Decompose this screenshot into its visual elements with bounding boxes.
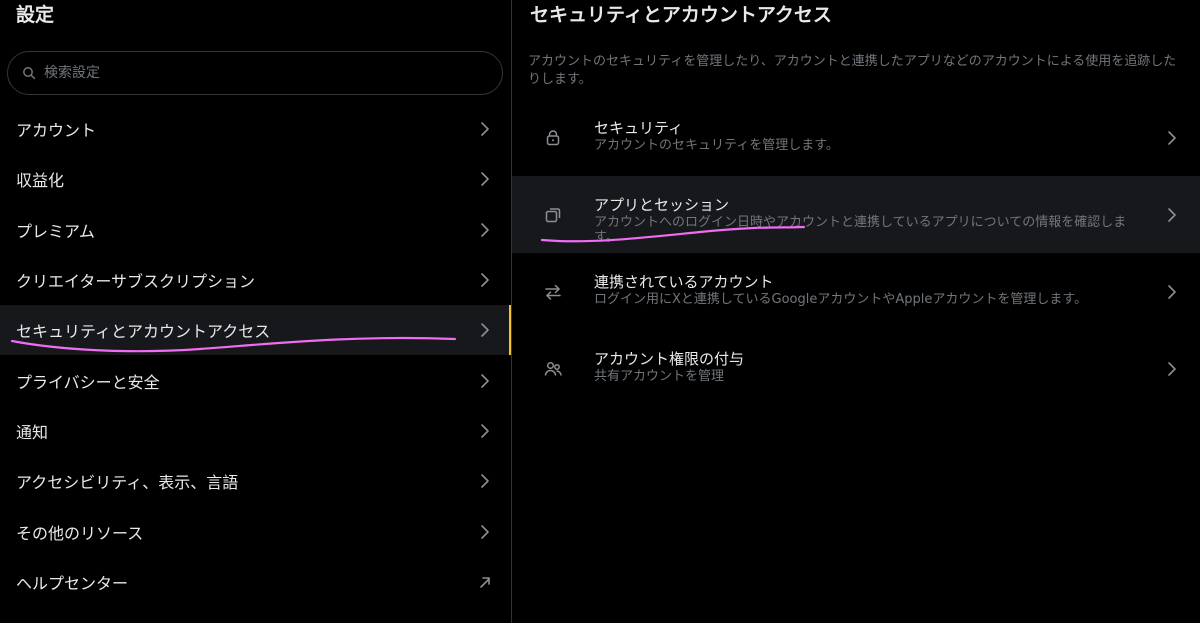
search-icon <box>23 67 36 80</box>
sidebar-item-label: 通知 <box>16 422 49 442</box>
option-apps-and-sessions[interactable]: アプリとセッション アカウントへのログイン日時やアカウントと連携しているアプリに… <box>512 176 1200 253</box>
chevron-right-icon <box>481 273 489 287</box>
option-title: 連携されているアカウント <box>594 273 774 291</box>
settings-nav: アカウント 収益化 プレミアム クリエイターサブスクリプション セキュリティとア… <box>0 104 511 607</box>
sidebar-item-privacy-and-safety[interactable]: プライバシーと安全 <box>0 355 511 405</box>
chevron-right-icon <box>481 172 489 187</box>
option-description: 共有アカウントを管理 <box>594 369 725 384</box>
option-title: アカウント権限の付与 <box>594 350 745 368</box>
option-delegate-account-permissions[interactable]: アカウント権限の付与 共有アカウントを管理 <box>512 330 1200 407</box>
settings-detail-panel: セキュリティとアカウントアクセス アカウントのセキュリティを管理したり、アカウン… <box>512 0 1200 623</box>
option-description: アカウントのセキュリティを管理します。 <box>594 138 839 153</box>
sidebar-item-accessibility-display-languages[interactable]: アクセシビリティ、表示、言語 <box>0 456 511 506</box>
option-title: アプリとセッション <box>594 196 730 214</box>
option-connected-accounts[interactable]: 連携されているアカウント ログイン用にXと連携しているGoogleアカウントやA… <box>512 253 1200 330</box>
copy-icon <box>545 207 561 222</box>
option-security[interactable]: セキュリティ アカウントのセキュリティを管理します。 <box>512 99 1200 176</box>
option-description: ログイン用にXと連携しているGoogleアカウントやAppleアカウントを管理し… <box>594 292 1088 307</box>
sidebar-item-label: 収益化 <box>16 171 65 191</box>
option-description: アカウントへのログイン日時やアカウントと連携しているアプリについての情報を確認し… <box>594 215 1127 245</box>
sidebar-item-label: アカウント <box>16 121 97 141</box>
sidebar-item-label: セキュリティとアカウントアクセス <box>16 322 271 342</box>
chevron-right-icon <box>1168 361 1176 376</box>
chevron-right-icon <box>1168 284 1176 299</box>
chevron-right-icon <box>481 424 489 438</box>
sidebar-item-label: その他のリソース <box>16 523 144 543</box>
sidebar-item-notifications[interactable]: 通知 <box>0 406 511 456</box>
sidebar-item-label: プレミアム <box>16 221 95 241</box>
lock-icon <box>546 129 560 145</box>
sidebar-item-label: アクセシビリティ、表示、言語 <box>16 473 239 493</box>
chevron-right-icon <box>481 323 489 338</box>
sidebar-item-label: ヘルプセンター <box>16 573 129 593</box>
chevron-right-icon <box>481 474 489 489</box>
chevron-right-icon <box>1168 207 1176 222</box>
chevron-right-icon <box>481 122 489 136</box>
sidebar-item-help-center[interactable]: ヘルプセンター <box>0 557 511 607</box>
sidebar-item-label: クリエイターサブスクリプション <box>16 272 256 292</box>
chevron-right-icon <box>1168 130 1176 145</box>
page-title: 設定 <box>16 4 55 26</box>
search-input[interactable] <box>42 64 466 82</box>
chevron-right-icon <box>481 524 489 539</box>
section-title: セキュリティとアカウントアクセス <box>530 4 832 26</box>
settings-sidebar: 設定 アカウント 収益化 プレミアム クリエイターサブスクリプション セキュリテ… <box>0 0 512 623</box>
sidebar-item-account[interactable]: アカウント <box>0 104 511 154</box>
sidebar-item-label: プライバシーと安全 <box>16 372 160 392</box>
external-link-icon <box>480 577 490 588</box>
sidebar-item-security-and-account-access[interactable]: セキュリティとアカウントアクセス <box>0 305 511 356</box>
people-icon <box>544 361 562 376</box>
chevron-right-icon <box>481 222 489 237</box>
settings-option-list: セキュリティ アカウントのセキュリティを管理します。 アプリとセッション アカウ… <box>512 99 1200 407</box>
sidebar-item-additional-resources[interactable]: その他のリソース <box>0 506 511 556</box>
section-description: アカウントのセキュリティを管理したり、アカウントと連携したアプリなどのアカウント… <box>528 54 1177 87</box>
swap-arrows-icon <box>545 284 561 300</box>
sidebar-item-monetization[interactable]: 収益化 <box>0 154 511 204</box>
option-title: セキュリティ <box>594 119 684 137</box>
sidebar-item-creator-subscriptions[interactable]: クリエイターサブスクリプション <box>0 255 511 305</box>
sidebar-item-premium[interactable]: プレミアム <box>0 205 511 255</box>
search-box[interactable] <box>7 51 503 95</box>
chevron-right-icon <box>481 373 489 388</box>
